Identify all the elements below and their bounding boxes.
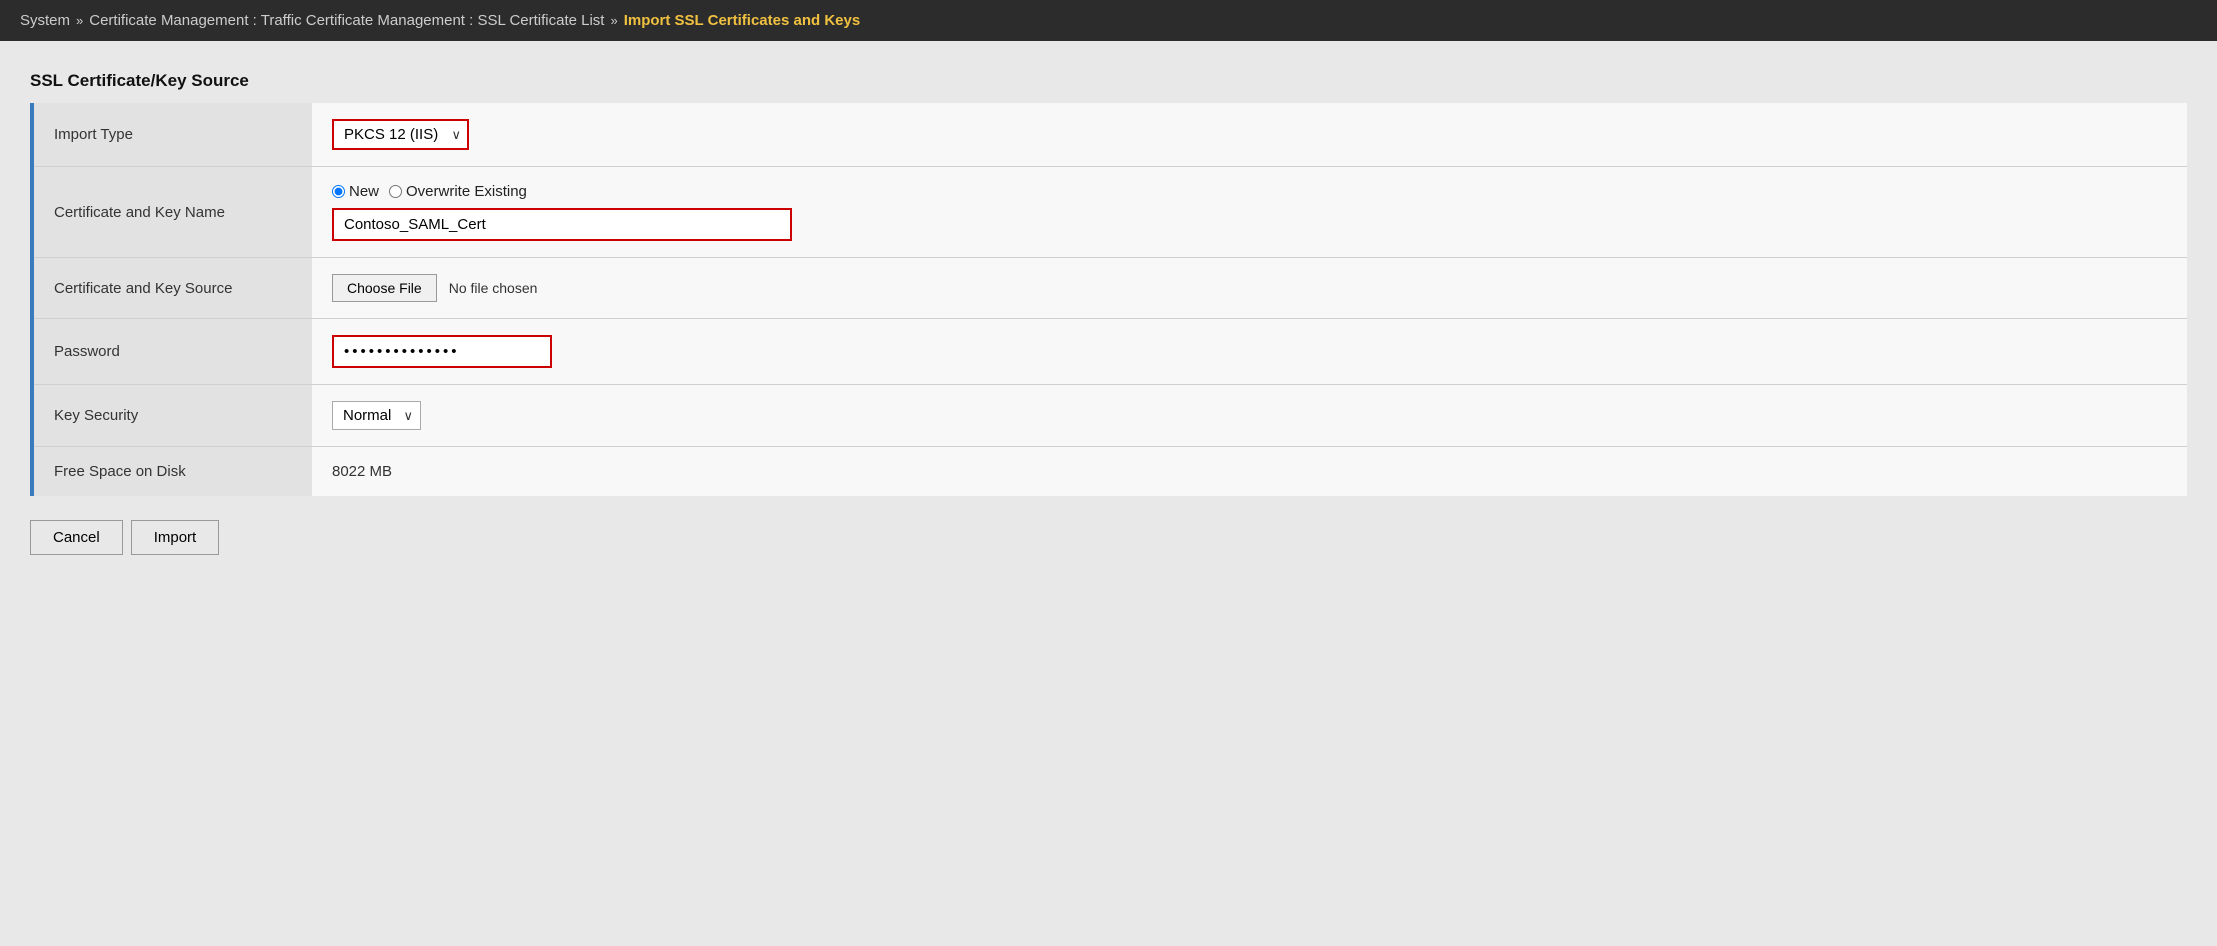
breadcrumb-active: Import SSL Certificates and Keys [624,12,860,29]
import-type-label: Import Type [32,103,312,167]
free-space-row: Free Space on Disk 8022 MB [32,447,2187,497]
cert-source-row: Certificate and Key Source Choose File N… [32,258,2187,319]
key-security-label: Key Security [32,385,312,447]
radio-overwrite-label[interactable]: Overwrite Existing [389,183,527,200]
cert-name-input[interactable] [332,208,792,241]
import-button[interactable]: Import [131,520,220,555]
import-type-select-wrapper[interactable]: PKCS 12 (IIS) PEM PKCS7 DER [332,119,469,150]
breadcrumb-system[interactable]: System [20,12,70,29]
password-input[interactable] [332,335,552,368]
password-row: Password [32,319,2187,385]
choose-file-button[interactable]: Choose File [332,274,437,302]
footer-buttons: Cancel Import [30,520,2187,565]
radio-new-label[interactable]: New [332,183,379,200]
file-input-area: Choose File No file chosen [332,274,2167,302]
cert-key-name-label: Certificate and Key Name [32,167,312,258]
no-file-text: No file chosen [449,280,538,296]
free-space-value: 8022 MB [332,463,392,480]
breadcrumb-sep-1: » [76,13,83,28]
import-type-select[interactable]: PKCS 12 (IIS) PEM PKCS7 DER [332,119,469,150]
radio-overwrite[interactable] [389,185,402,198]
cert-source-label: Certificate and Key Source [32,258,312,319]
section-title: SSL Certificate/Key Source [30,71,2187,91]
free-space-label: Free Space on Disk [32,447,312,497]
radio-group: New Overwrite Existing [332,183,2167,200]
import-type-row: Import Type PKCS 12 (IIS) PEM PKCS7 DER [32,103,2187,167]
breadcrumb-sep-2: » [610,13,617,28]
cancel-button[interactable]: Cancel [30,520,123,555]
key-security-row: Key Security Normal High [32,385,2187,447]
topbar: System » Certificate Management : Traffi… [0,0,2217,41]
password-label: Password [32,319,312,385]
form-table: Import Type PKCS 12 (IIS) PEM PKCS7 DER … [30,103,2187,496]
key-security-select-wrapper[interactable]: Normal High [332,401,421,430]
cert-key-name-row: Certificate and Key Name New Overwrite E… [32,167,2187,258]
breadcrumb-cert-mgmt[interactable]: Certificate Management : Traffic Certifi… [89,12,604,29]
radio-new[interactable] [332,185,345,198]
key-security-select[interactable]: Normal High [332,401,421,430]
